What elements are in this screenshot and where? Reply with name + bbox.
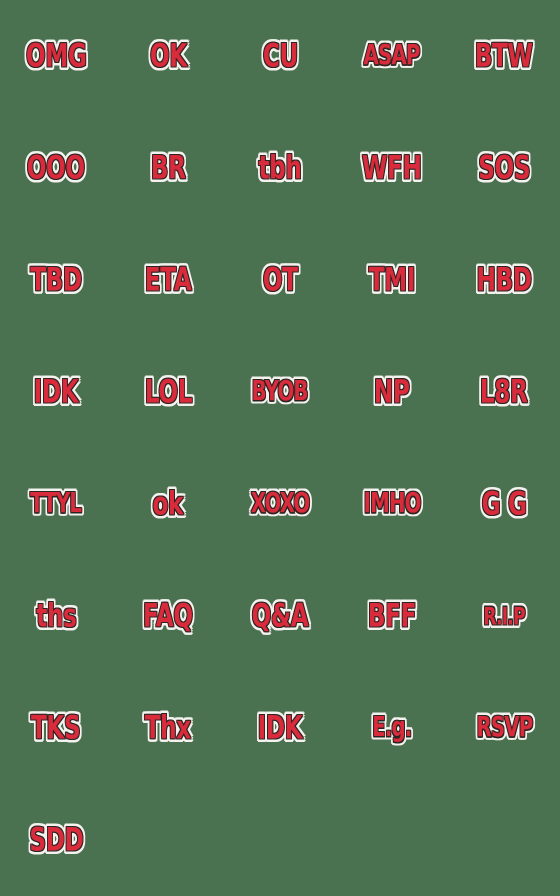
sticker-label: Thx xyxy=(144,709,192,747)
sticker-label: OK xyxy=(149,37,187,75)
sticker-cell[interactable]: Thx xyxy=(112,672,224,784)
sticker-cell[interactable]: IMHO xyxy=(336,448,448,560)
sticker-label: ths xyxy=(35,597,77,635)
sticker-cell[interactable]: BFF xyxy=(336,560,448,672)
sticker-cell[interactable]: tbh xyxy=(224,112,336,224)
sticker-cell[interactable]: TKS xyxy=(0,672,112,784)
sticker-label: OMG xyxy=(25,37,87,75)
sticker-cell[interactable]: G G xyxy=(448,448,560,560)
sticker-cell[interactable]: Q&A xyxy=(224,560,336,672)
sticker-label: BTW xyxy=(475,37,533,75)
sticker-cell[interactable]: TBD xyxy=(0,224,112,336)
sticker-cell[interactable]: ok xyxy=(112,448,224,560)
sticker-cell[interactable]: HBD xyxy=(448,224,560,336)
sticker-label: LOL xyxy=(144,373,192,411)
sticker-label: Q&A xyxy=(251,597,309,635)
sticker-label: L8R xyxy=(480,373,528,411)
sticker-label: CU xyxy=(262,37,298,75)
sticker-label: tbh xyxy=(258,149,302,187)
sticker-cell[interactable]: L8R xyxy=(448,336,560,448)
sticker-label: IDK xyxy=(257,709,303,747)
sticker-label: RSVP xyxy=(476,712,533,743)
sticker-label: R.I.P xyxy=(483,601,525,631)
sticker-grid: OMG OK CU ASAP BTW OOO BR tbh WFH SOS TBD ETA OT TMI H… xyxy=(0,0,560,896)
sticker-label: FAQ xyxy=(143,597,193,635)
sticker-label: BR xyxy=(150,149,186,187)
sticker-label: OOO xyxy=(27,149,85,187)
sticker-cell[interactable]: OK xyxy=(112,0,224,112)
sticker-cell[interactable]: ths xyxy=(0,560,112,672)
sticker-cell[interactable]: LOL xyxy=(112,336,224,448)
sticker-label: IMHO xyxy=(363,488,422,519)
sticker-label: WFH xyxy=(362,149,422,187)
sticker-label: TKS xyxy=(31,709,81,747)
sticker-label: G G xyxy=(481,485,527,523)
sticker-label: TMI xyxy=(368,261,416,299)
sticker-cell[interactable]: BYOB xyxy=(224,336,336,448)
sticker-label: BYOB xyxy=(251,376,309,407)
sticker-cell[interactable]: OMG xyxy=(0,0,112,112)
sticker-cell[interactable]: OT xyxy=(224,224,336,336)
sticker-cell[interactable]: TTYL xyxy=(0,448,112,560)
sticker-label: OT xyxy=(262,261,298,299)
sticker-cell[interactable]: TMI xyxy=(336,224,448,336)
sticker-label: ASAP xyxy=(364,40,421,71)
sticker-label: SOS xyxy=(478,149,530,187)
sticker-cell[interactable]: WFH xyxy=(336,112,448,224)
sticker-label: SDD xyxy=(29,821,83,859)
sticker-label: IDK xyxy=(33,373,79,411)
sticker-label: ETA xyxy=(144,261,192,299)
sticker-cell[interactable]: SOS xyxy=(448,112,560,224)
sticker-cell[interactable]: ASAP xyxy=(336,0,448,112)
sticker-label: TBD xyxy=(30,261,82,299)
sticker-label: ok xyxy=(152,485,184,523)
sticker-label: HBD xyxy=(476,261,532,299)
sticker-cell[interactable]: R.I.P xyxy=(448,560,560,672)
sticker-label: NP xyxy=(374,373,410,411)
sticker-cell[interactable]: ETA xyxy=(112,224,224,336)
sticker-cell[interactable]: OOO xyxy=(0,112,112,224)
sticker-cell[interactable]: NP xyxy=(336,336,448,448)
sticker-cell[interactable]: SDD xyxy=(0,784,112,896)
sticker-cell[interactable]: IDK xyxy=(0,336,112,448)
sticker-cell[interactable]: XOXO xyxy=(224,448,336,560)
sticker-label: TTYL xyxy=(30,488,83,519)
sticker-cell[interactable]: IDK xyxy=(224,672,336,784)
sticker-cell[interactable]: FAQ xyxy=(112,560,224,672)
sticker-label: XOXO xyxy=(250,488,310,519)
sticker-label: E.g. xyxy=(372,712,412,743)
sticker-cell[interactable]: CU xyxy=(224,0,336,112)
sticker-cell[interactable]: E.g. xyxy=(336,672,448,784)
sticker-label: BFF xyxy=(367,597,417,635)
sticker-cell[interactable]: RSVP xyxy=(448,672,560,784)
sticker-cell[interactable]: BR xyxy=(112,112,224,224)
sticker-cell[interactable]: BTW xyxy=(448,0,560,112)
